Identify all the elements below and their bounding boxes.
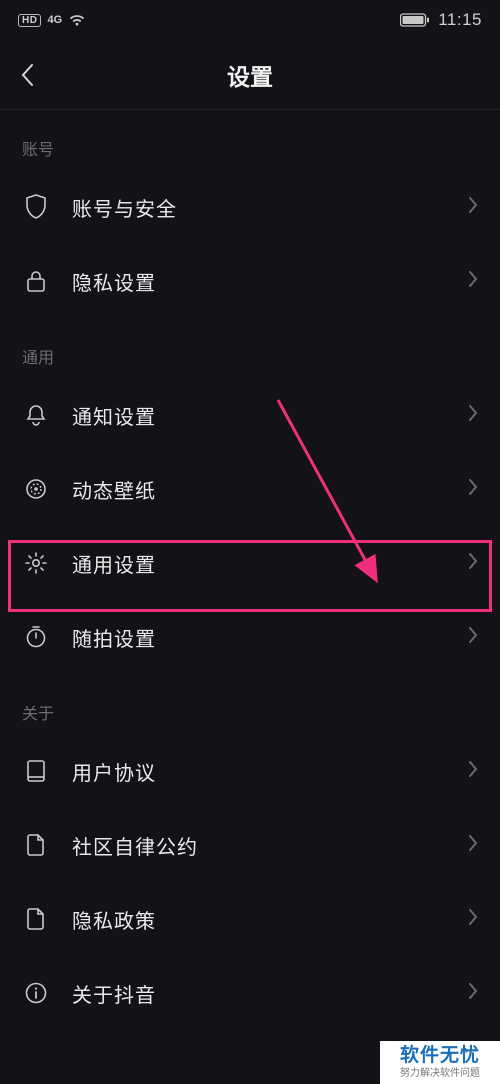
status-bar: HD 4G 11:15 — [0, 0, 500, 40]
watermark-subtitle: 努力解决软件问题 — [386, 1068, 494, 1080]
item-label: 隐私政策 — [72, 905, 468, 934]
clock: 11:15 — [438, 10, 482, 30]
item-label: 账号与安全 — [72, 193, 468, 222]
chevron-right-icon — [468, 196, 478, 219]
item-community-guidelines[interactable]: 社区自律公约 — [0, 808, 500, 882]
chevron-right-icon — [468, 908, 478, 931]
item-wallpaper[interactable]: 动态壁纸 — [0, 452, 500, 526]
chevron-right-icon — [468, 982, 478, 1005]
item-shot-settings[interactable]: 随拍设置 — [0, 600, 500, 674]
item-privacy-policy[interactable]: 隐私政策 — [0, 882, 500, 956]
status-right: 11:15 — [400, 10, 482, 30]
info-icon — [22, 979, 50, 1007]
item-about-app[interactable]: 关于抖音 — [0, 956, 500, 1030]
item-account-security[interactable]: 账号与安全 — [0, 170, 500, 244]
chevron-right-icon — [468, 270, 478, 293]
section-header-general: 通用 — [0, 318, 500, 378]
watermark: 软件无忧 努力解决软件问题 — [380, 1041, 500, 1084]
back-button[interactable] — [20, 55, 60, 95]
item-label: 隐私设置 — [72, 267, 468, 296]
document-icon — [22, 831, 50, 859]
hd-indicator: HD — [18, 14, 41, 27]
item-label: 用户协议 — [72, 757, 468, 786]
battery-icon — [400, 13, 430, 27]
item-label: 随拍设置 — [72, 623, 468, 652]
gear-icon — [22, 549, 50, 577]
item-general-settings[interactable]: 通用设置 — [0, 526, 500, 600]
section-header-about: 关于 — [0, 674, 500, 734]
item-user-agreement[interactable]: 用户协议 — [0, 734, 500, 808]
chevron-right-icon — [468, 404, 478, 427]
bell-icon — [22, 401, 50, 429]
item-label: 通用设置 — [72, 549, 468, 578]
item-privacy-settings[interactable]: 隐私设置 — [0, 244, 500, 318]
chevron-right-icon — [468, 626, 478, 649]
chevron-right-icon — [468, 552, 478, 575]
watermark-title: 软件无忧 — [386, 1045, 494, 1068]
chevron-left-icon — [20, 63, 34, 87]
item-notifications[interactable]: 通知设置 — [0, 378, 500, 452]
item-label: 关于抖音 — [72, 979, 468, 1008]
document-icon — [22, 905, 50, 933]
shield-icon — [22, 193, 50, 221]
target-icon — [22, 475, 50, 503]
section-header-account: 账号 — [0, 110, 500, 170]
chevron-right-icon — [468, 760, 478, 783]
item-label: 动态壁纸 — [72, 475, 468, 504]
page-header: 设置 — [0, 40, 500, 110]
item-label: 通知设置 — [72, 401, 468, 430]
network-indicator: 4G — [47, 14, 62, 26]
book-icon — [22, 757, 50, 785]
wifi-icon — [68, 13, 86, 27]
status-left: HD 4G — [18, 13, 86, 27]
chevron-right-icon — [468, 834, 478, 857]
lock-icon — [22, 267, 50, 295]
chevron-right-icon — [468, 478, 478, 501]
item-label: 社区自律公约 — [72, 831, 468, 860]
timer-icon — [22, 623, 50, 651]
page-title: 设置 — [0, 58, 500, 92]
